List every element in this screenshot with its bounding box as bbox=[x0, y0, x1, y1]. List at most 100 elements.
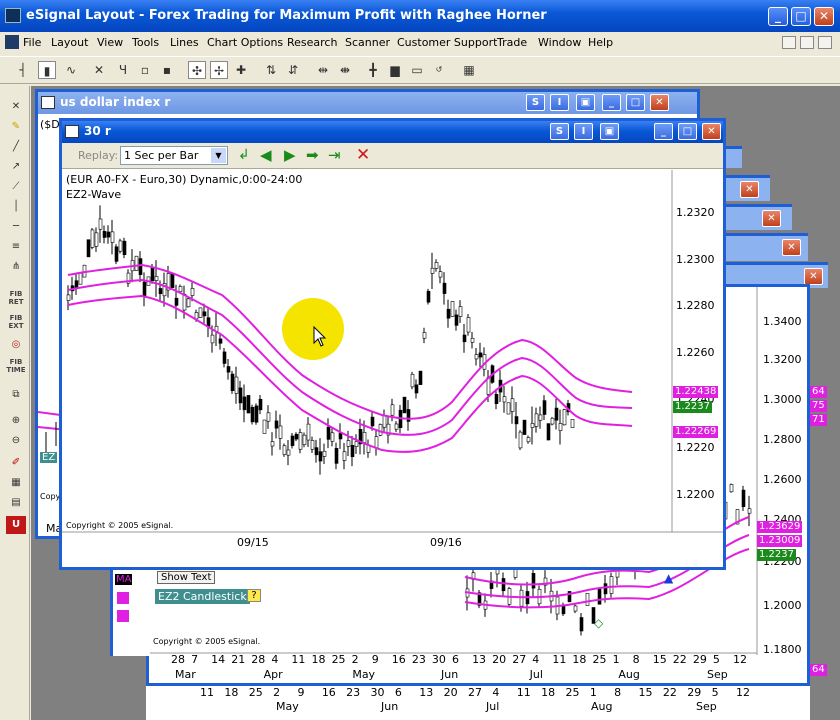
stacked-close-button[interactable]: ✕ bbox=[762, 210, 781, 227]
stacked-window-3[interactable]: ✕ bbox=[722, 204, 792, 230]
axis-tick-label: Jul bbox=[529, 668, 543, 681]
study-help-button[interactable]: ? bbox=[247, 589, 261, 602]
point-figure-icon[interactable]: ✕ bbox=[90, 61, 108, 79]
ray-icon[interactable]: ↗ bbox=[6, 158, 26, 176]
stacked-close-button[interactable]: ✕ bbox=[782, 239, 801, 256]
menu-file[interactable]: File bbox=[23, 36, 41, 49]
fib-time-icon[interactable]: FIB TIME bbox=[6, 358, 26, 376]
pencil-icon[interactable]: ✎ bbox=[6, 118, 26, 136]
skip-end-icon[interactable]: ⇥ bbox=[328, 146, 341, 164]
tile-button[interactable]: ▣ bbox=[576, 94, 595, 111]
menu-help[interactable]: Help bbox=[588, 36, 613, 49]
menu-layout[interactable]: Layout bbox=[51, 36, 88, 49]
step-back-icon[interactable]: ◀ bbox=[260, 146, 272, 164]
interval-down-icon[interactable]: ⇵ bbox=[284, 61, 302, 79]
close-button[interactable]: ✕ bbox=[814, 7, 834, 26]
candle-body bbox=[501, 578, 506, 592]
menu-tools[interactable]: Tools bbox=[132, 36, 159, 49]
maximize-button[interactable]: □ bbox=[626, 94, 645, 111]
menu-trade[interactable]: Trade bbox=[497, 36, 527, 49]
zoom-out-tool-icon[interactable]: ⊖ bbox=[6, 432, 26, 450]
symbol-link-button[interactable]: S bbox=[526, 94, 545, 111]
fib-extension-icon[interactable]: FIB EXT bbox=[6, 314, 26, 332]
breakout-icon[interactable]: ▪ bbox=[158, 61, 176, 79]
menu-lines[interactable]: Lines bbox=[170, 36, 199, 49]
stacked-window-4[interactable]: ✕ bbox=[722, 233, 808, 261]
line-chart-icon[interactable]: ∿ bbox=[62, 61, 80, 79]
usdx-titlebar[interactable]: us dollar index r S I ▣ _ □ ✕ bbox=[38, 92, 697, 114]
crosshair-icon[interactable]: ✣ bbox=[188, 61, 206, 79]
kagi-icon[interactable]: Ч bbox=[114, 61, 132, 79]
axis-tick-label: 9 bbox=[371, 653, 379, 666]
fib-circle-icon[interactable]: ◎ bbox=[6, 336, 26, 354]
trendline-icon[interactable]: ╱ bbox=[6, 138, 26, 156]
replay-speed-select[interactable]: 1 Sec per Bar ▼ bbox=[120, 146, 228, 165]
menu-chart-options[interactable]: Chart Options bbox=[207, 36, 283, 49]
fib-retracement-icon[interactable]: FIB RET bbox=[6, 290, 26, 308]
lower-band-tag: 1.22269 bbox=[673, 426, 719, 438]
table-icon[interactable]: ▤ bbox=[6, 494, 26, 512]
properties-icon[interactable]: ▦ bbox=[460, 61, 478, 79]
interval-link-button[interactable]: I bbox=[550, 94, 569, 111]
mdi-restore-button[interactable] bbox=[800, 36, 814, 49]
symbol-link-button[interactable]: S bbox=[550, 123, 569, 140]
stacked-close-button[interactable]: ✕ bbox=[740, 181, 759, 198]
menu-research[interactable]: Research bbox=[287, 36, 337, 49]
step-forward-icon[interactable]: ➡ bbox=[306, 146, 319, 164]
horizontal-line-icon[interactable]: ─ bbox=[6, 218, 26, 236]
mdi-close-button[interactable] bbox=[818, 36, 832, 49]
copy-icon[interactable]: ⧉ bbox=[6, 386, 26, 404]
main-titlebar[interactable]: 30 r S I ▣ _ □ ✕ bbox=[62, 121, 723, 143]
candle-chart-icon[interactable]: ▮ bbox=[38, 61, 56, 79]
grid-icon[interactable]: ▦ bbox=[6, 474, 26, 492]
minimize-button[interactable]: _ bbox=[768, 7, 788, 26]
stop-replay-icon[interactable]: ✕ bbox=[356, 145, 370, 165]
show-text-button[interactable]: Show Text bbox=[157, 571, 216, 584]
chevron-down-icon[interactable]: ▼ bbox=[211, 148, 226, 163]
zoom-in-icon[interactable]: ⇹ bbox=[314, 61, 332, 79]
renko-icon[interactable]: ▫ bbox=[136, 61, 154, 79]
main-title: 30 r bbox=[84, 124, 111, 138]
zoom-in-tool-icon[interactable]: ⊕ bbox=[6, 412, 26, 430]
reset-icon[interactable]: ↺ bbox=[430, 61, 448, 79]
maximize-button[interactable]: □ bbox=[791, 7, 811, 26]
minimize-button[interactable]: _ bbox=[602, 94, 621, 111]
scale-icon[interactable]: ✚ bbox=[232, 61, 250, 79]
interval-up-icon[interactable]: ⇅ bbox=[262, 61, 280, 79]
axis-tick-label: 4 bbox=[492, 686, 500, 699]
main-chart-window[interactable]: 30 r S I ▣ _ □ ✕ Replay: 1 Sec per Bar ▼… bbox=[59, 118, 726, 570]
study-name: EZ2-Wave bbox=[66, 188, 122, 201]
menu-window[interactable]: Window bbox=[538, 36, 581, 49]
play-icon[interactable]: ▶ bbox=[284, 146, 296, 164]
minimize-button[interactable]: _ bbox=[654, 123, 673, 140]
color-bars-icon[interactable]: ▆ bbox=[386, 61, 404, 79]
close-button[interactable]: ✕ bbox=[650, 94, 669, 111]
menu-view[interactable]: View bbox=[97, 36, 123, 49]
interval-link-button[interactable]: I bbox=[574, 123, 593, 140]
spacing-icon[interactable]: ▭ bbox=[408, 61, 426, 79]
maximize-button[interactable]: □ bbox=[678, 123, 697, 140]
eraser-icon[interactable]: ✐ bbox=[6, 454, 26, 472]
axis-tick-label: 15 bbox=[638, 686, 653, 699]
close-tool-icon[interactable]: ✕ bbox=[6, 98, 26, 116]
magnet-icon[interactable]: U bbox=[6, 516, 26, 534]
pitchfork-icon[interactable]: ⋔ bbox=[6, 258, 26, 276]
extended-line-icon[interactable]: ⟋ bbox=[6, 178, 26, 196]
replay-start-icon[interactable]: ↲ bbox=[238, 147, 250, 163]
vertical-line-icon[interactable]: │ bbox=[6, 198, 26, 216]
candle-body bbox=[495, 569, 500, 575]
stacked-close-button[interactable]: ✕ bbox=[804, 268, 823, 285]
mdi-minimize-button[interactable] bbox=[782, 36, 796, 49]
bar-chart-icon[interactable]: ┤ bbox=[14, 61, 32, 79]
cursor-sync-icon[interactable]: ✢ bbox=[210, 61, 228, 79]
axis-tick-label: 18 bbox=[572, 653, 587, 666]
menu-customer-support[interactable]: Customer Support bbox=[397, 36, 497, 49]
menu-scanner[interactable]: Scanner bbox=[345, 36, 390, 49]
zoom-out-icon[interactable]: ⇼ bbox=[336, 61, 354, 79]
stacked-window-2[interactable]: ✕ bbox=[722, 175, 770, 201]
tile-button[interactable]: ▣ bbox=[600, 123, 619, 140]
intraday-window-fragment[interactable]: MA bbox=[110, 566, 150, 656]
ruler-icon[interactable]: ╋ bbox=[364, 61, 382, 79]
close-button[interactable]: ✕ bbox=[702, 123, 721, 140]
channel-icon[interactable]: ≡ bbox=[6, 238, 26, 256]
